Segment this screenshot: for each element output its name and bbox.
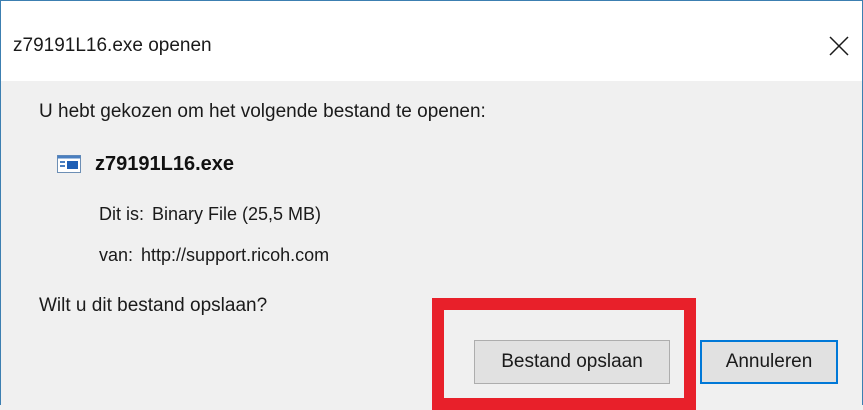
save-question: Wilt u dit bestand opslaan? bbox=[39, 295, 268, 316]
file-source-row: van: http://support.ricoh.com bbox=[99, 245, 329, 266]
save-file-button[interactable]: Bestand opslaan bbox=[474, 340, 670, 384]
file-name: z79191L16.exe bbox=[95, 152, 235, 175]
file-download-dialog: z79191L16.exe openen U hebt gekozen om h… bbox=[0, 0, 863, 405]
file-type-label: Dit is: bbox=[99, 204, 144, 224]
window-title: z79191L16.exe openen bbox=[13, 35, 212, 56]
close-icon bbox=[829, 36, 849, 56]
title-bar: z79191L16.exe openen bbox=[1, 1, 862, 81]
file-type-value: Binary File (25,5 MB) bbox=[152, 204, 322, 224]
file-row: z79191L16.exe bbox=[57, 151, 234, 177]
cancel-button[interactable]: Annuleren bbox=[700, 340, 838, 384]
application-file-icon bbox=[57, 155, 81, 173]
close-button[interactable] bbox=[816, 23, 862, 69]
prompt-text: U hebt gekozen om het volgende bestand t… bbox=[39, 101, 486, 122]
file-type-row: Dit is: Binary File (25,5 MB) bbox=[99, 204, 321, 225]
file-source-value: http://support.ricoh.com bbox=[141, 245, 330, 265]
file-source-label: van: bbox=[99, 245, 134, 265]
